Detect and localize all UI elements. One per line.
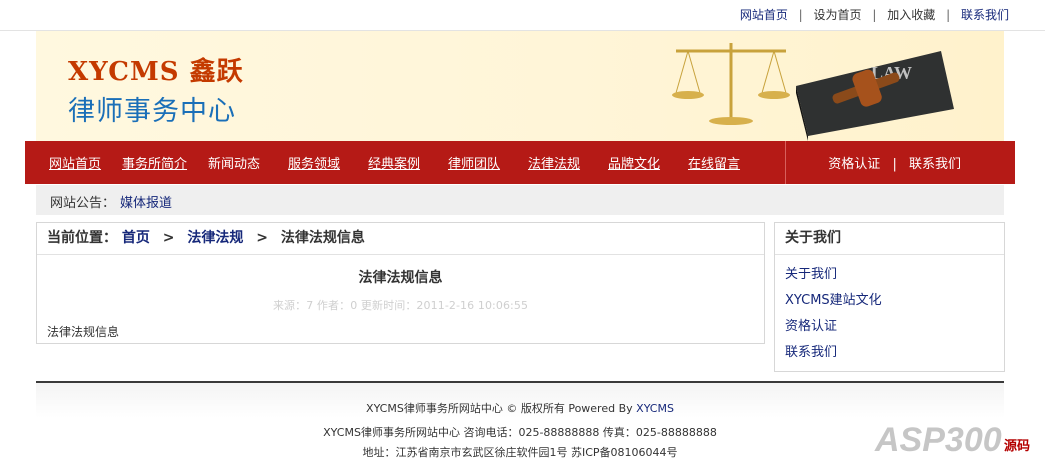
breadcrumb: 当前位置： 首页 > 法律法规 > 法律法规信息 xyxy=(37,223,764,255)
footer-copyright: XYCMS律师事务所网站中心 © 版权所有 Powered By XYCMS xyxy=(36,400,1004,416)
sidebar-list: 关于我们 XYCMS建站文化 资格认证 联系我们 xyxy=(775,255,1004,366)
chevron-right-icon: > xyxy=(162,230,175,246)
nav-link-contact[interactable]: 联系我们 xyxy=(909,157,961,172)
main-nav: 网站首页 事务所简介 新闻动态 服务领域 经典案例 律师团队 法律法规 品牌文化… xyxy=(25,141,1015,184)
scales-of-justice-icon xyxy=(672,43,790,125)
notice-link[interactable]: 媒体报道 xyxy=(120,192,172,211)
footer-copyright-text: XYCMS律师事务所网站中心 © 版权所有 Powered By xyxy=(366,402,633,415)
top-bar: 网站首页 | 设为首页 | 加入收藏 | 联系我们 xyxy=(0,0,1045,31)
nav-item-cases[interactable]: 经典案例 xyxy=(368,153,420,172)
sidebar-link-about[interactable]: 关于我们 xyxy=(775,262,1004,288)
nav-item-regulations[interactable]: 法律法规 xyxy=(528,153,580,172)
nav-item-brand-culture[interactable]: 品牌文化 xyxy=(608,153,660,172)
nav-item-services[interactable]: 服务领域 xyxy=(288,153,340,172)
content-panel: 当前位置： 首页 > 法律法规 > 法律法规信息 法律法规信息 来源：7 作者：… xyxy=(36,222,765,344)
chevron-right-icon: > xyxy=(256,230,268,246)
nav-right-links: 资格认证 | 联系我们 xyxy=(828,153,961,172)
separator: | xyxy=(892,157,897,172)
nav-link-qualification[interactable]: 资格认证 xyxy=(828,157,880,172)
breadcrumb-section[interactable]: 法律法规 xyxy=(187,230,243,246)
nav-item-about-firm[interactable]: 事务所简介 xyxy=(122,153,187,172)
sidebar: 关于我们 关于我们 XYCMS建站文化 资格认证 联系我们 xyxy=(774,222,1005,372)
header-banner: XYCMS 鑫跃 律师事务中心 LAW xyxy=(36,31,1004,141)
top-link-contact[interactable]: 联系我们 xyxy=(961,8,1009,22)
separator: | xyxy=(798,8,803,22)
footer-powered-link[interactable]: XYCMS xyxy=(636,402,674,415)
footer-contact: XYCMS律师事务所网站中心 咨询电话：025-88888888 传真：025-… xyxy=(323,426,717,439)
separator: | xyxy=(872,8,877,22)
article-title: 法律法规信息 xyxy=(358,270,443,286)
nav-item-home[interactable]: 网站首页 xyxy=(49,153,101,172)
banner-decoration: LAW xyxy=(672,43,954,141)
article-body: 法律法规信息 xyxy=(47,325,120,339)
article-meta: 来源：7 作者：0 更新时间：2011-2-16 10:06:55 xyxy=(272,299,529,312)
nav-item-guestbook[interactable]: 在线留言 xyxy=(688,153,740,172)
watermark-suffix: 源码 xyxy=(1004,439,1031,454)
breadcrumb-current: 法律法规信息 xyxy=(280,230,365,246)
notice-bar: 网站公告： 媒体报道 xyxy=(36,185,1004,215)
footer-address: 地址：江苏省南京市玄武区徐庄软件园1号 苏ICP备08106044号 xyxy=(362,446,678,459)
nav-divider xyxy=(785,141,786,184)
sidebar-link-contact[interactable]: 联系我们 xyxy=(775,340,1004,366)
watermark-logo: ASP300 xyxy=(875,421,1002,459)
nav-item-news[interactable]: 新闻动态 xyxy=(208,153,260,172)
sidebar-link-culture[interactable]: XYCMS建站文化 xyxy=(775,288,1004,314)
notice-label: 网站公告： xyxy=(50,196,116,211)
top-link-bookmark[interactable]: 加入收藏 xyxy=(887,8,935,22)
footer: XYCMS律师事务所网站中心 © 版权所有 Powered By XYCMS X… xyxy=(36,381,1004,473)
sidebar-title: 关于我们 xyxy=(775,223,1004,255)
top-links: 网站首页 | 设为首页 | 加入收藏 | 联系我们 xyxy=(740,6,1009,23)
sidebar-link-qualification[interactable]: 资格认证 xyxy=(775,314,1004,340)
breadcrumb-home[interactable]: 首页 xyxy=(122,230,150,246)
breadcrumb-prefix: 当前位置： xyxy=(47,230,117,246)
separator: | xyxy=(946,8,951,22)
top-link-set-homepage[interactable]: 设为首页 xyxy=(814,8,862,22)
nav-item-lawyers[interactable]: 律师团队 xyxy=(448,153,500,172)
top-link-home[interactable]: 网站首页 xyxy=(740,8,788,22)
